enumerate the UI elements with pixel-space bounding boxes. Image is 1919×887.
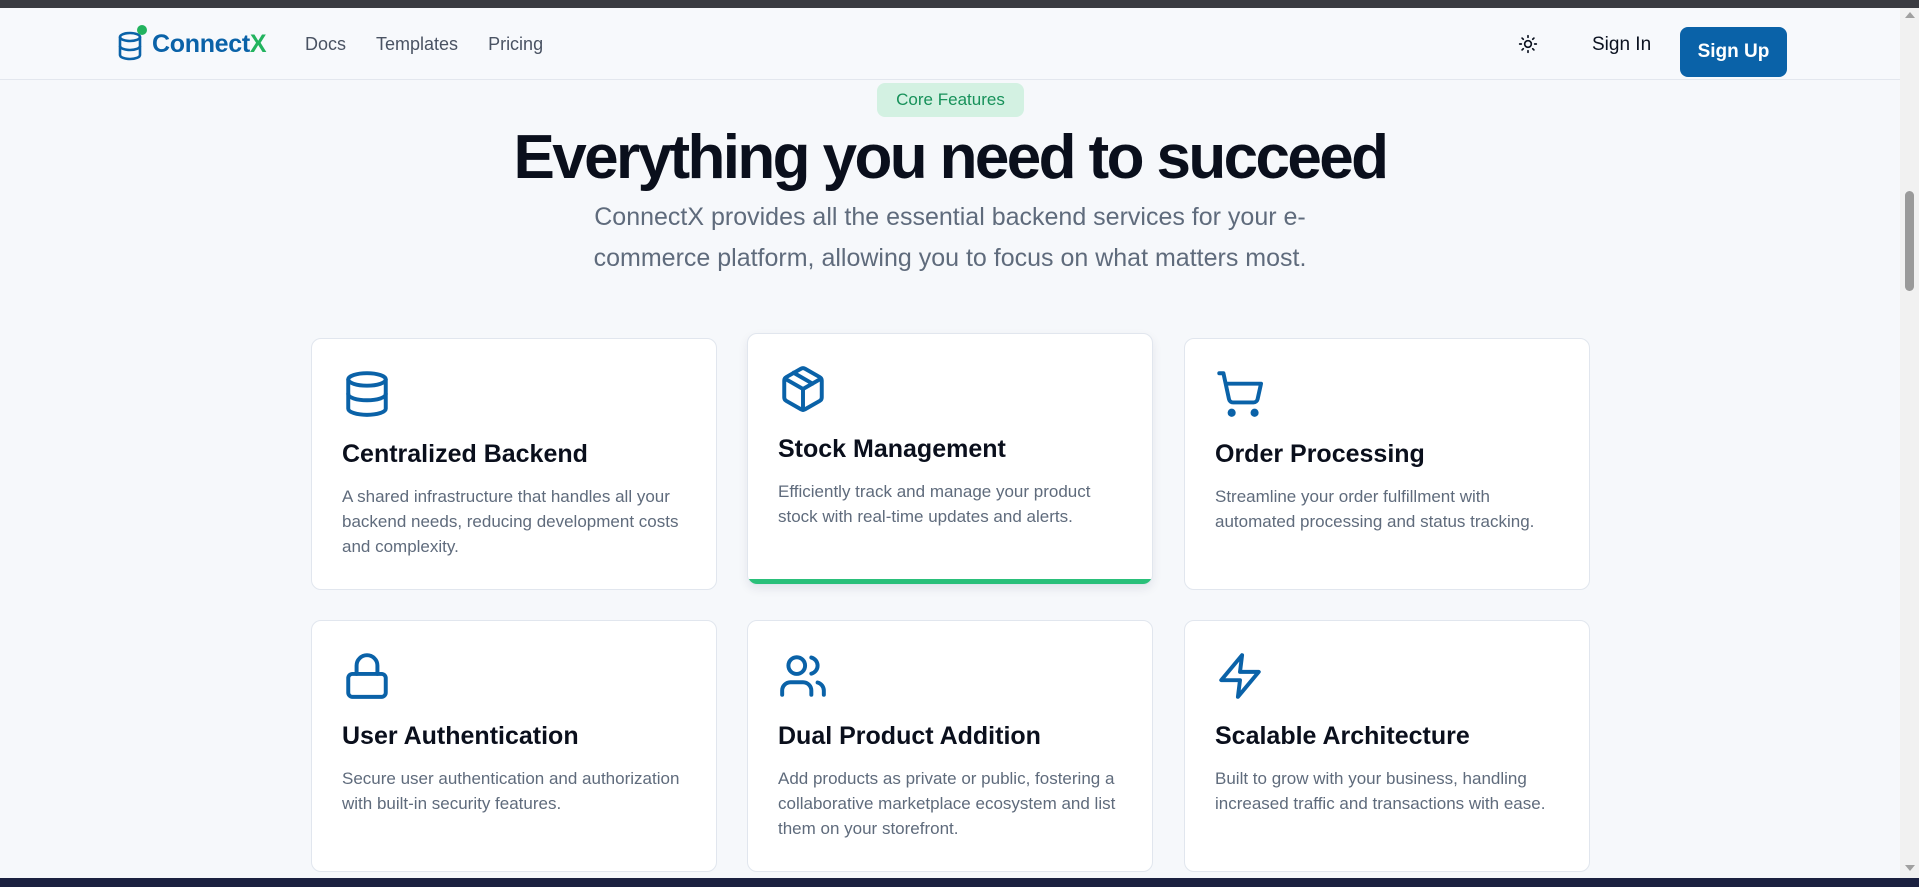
feature-card-order-processing[interactable]: Order Processing Streamline your order f… [1184, 338, 1590, 590]
page-title: Everything you need to succeed [513, 123, 1390, 192]
feature-card-centralized-backend[interactable]: Centralized Backend A shared infrastruct… [311, 338, 717, 590]
shopping-cart-icon [1215, 369, 1265, 419]
os-taskbar [0, 878, 1919, 887]
feature-description: Efficiently track and manage your produc… [778, 482, 1091, 526]
feature-title: Stock Management [778, 435, 1006, 463]
zap-icon [1215, 651, 1265, 701]
navbar: ConnectX Docs Templates Pricing Sign In … [0, 8, 1900, 80]
feature-card-user-authentication[interactable]: User Authentication Secure user authenti… [311, 620, 717, 872]
brand-name: ConnectX [152, 29, 267, 58]
sun-icon [1518, 34, 1538, 59]
feature-description: Streamline your order fulfillment with a… [1215, 487, 1535, 531]
feature-title: Scalable Architecture [1215, 722, 1470, 750]
nav-link-pricing[interactable]: Pricing [488, 34, 543, 55]
feature-description: Built to grow with your business, handli… [1215, 769, 1546, 813]
lock-icon [342, 651, 392, 701]
nav-links: Docs Templates Pricing [305, 34, 543, 55]
feature-description: Add products as private or public, foste… [778, 769, 1116, 838]
feature-title: Centralized Backend [342, 440, 588, 468]
feature-card-dual-product-addition[interactable]: Dual Product Addition Add products as pr… [747, 620, 1153, 872]
page-scrollbar[interactable] [1900, 8, 1919, 879]
browser-top-bar [0, 0, 1919, 8]
brand-logo[interactable]: ConnectX [116, 24, 267, 64]
package-icon [778, 364, 828, 414]
nav-link-templates[interactable]: Templates [376, 34, 458, 55]
feature-card-stock-management[interactable]: Stock Management Efficiently track and m… [747, 333, 1153, 585]
feature-title: Dual Product Addition [778, 722, 1041, 750]
nav-link-docs[interactable]: Docs [305, 34, 346, 55]
scroll-up-arrow-icon[interactable] [1905, 12, 1915, 18]
feature-title: User Authentication [342, 722, 579, 750]
feature-description: Secure user authentication and authoriza… [342, 769, 680, 813]
sign-up-button[interactable]: Sign Up [1680, 27, 1787, 77]
feature-title: Order Processing [1215, 440, 1425, 468]
page-subtitle: ConnectX provides all the essential back… [593, 203, 1307, 272]
theme-toggle-button[interactable] [1515, 33, 1541, 59]
scrollbar-thumb[interactable] [1905, 191, 1914, 291]
scroll-down-arrow-icon[interactable] [1905, 865, 1915, 871]
database-icon [342, 369, 392, 419]
users-icon [778, 651, 828, 701]
sign-in-button[interactable]: Sign In [1592, 34, 1651, 56]
feature-description: A shared infrastructure that handles all… [342, 487, 679, 556]
core-features-badge: Core Features [877, 83, 1024, 117]
feature-card-scalable-architecture[interactable]: Scalable Architecture Built to grow with… [1184, 620, 1590, 872]
database-logo-icon [116, 24, 148, 64]
